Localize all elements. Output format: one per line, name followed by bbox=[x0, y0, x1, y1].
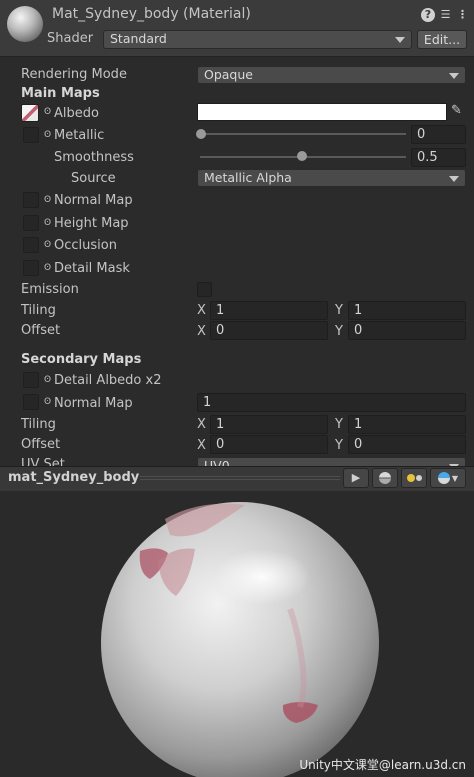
preview-light-icon[interactable] bbox=[401, 468, 427, 488]
secondary-normal-map-texture-slot[interactable] bbox=[23, 394, 39, 410]
preview-shape-icon[interactable] bbox=[372, 468, 398, 488]
texture-picker-icon[interactable]: ʘ bbox=[44, 195, 51, 205]
help-icon[interactable]: ? bbox=[421, 8, 435, 22]
secondary-tiling-y-field[interactable]: 1 bbox=[348, 415, 466, 434]
normal-map-label: Normal Map bbox=[54, 193, 133, 208]
secondary-tiling-x-field[interactable]: 1 bbox=[210, 415, 328, 434]
resize-grip[interactable] bbox=[140, 476, 340, 482]
offset-y-field[interactable]: 0 bbox=[348, 321, 466, 340]
offset-y-label: Y bbox=[335, 324, 343, 339]
texture-picker-icon[interactable]: ʘ bbox=[44, 218, 51, 228]
smoothness-slider-handle[interactable] bbox=[297, 151, 307, 161]
material-thumbnail-icon bbox=[7, 6, 43, 42]
metallic-texture-slot[interactable] bbox=[23, 127, 39, 143]
metallic-label: Metallic bbox=[54, 128, 105, 143]
secondary-tiling-y-label: Y bbox=[335, 417, 343, 432]
eyedropper-icon[interactable]: ✎ bbox=[451, 103, 462, 118]
detail-albedo-label: Detail Albedo x2 bbox=[54, 373, 162, 388]
detail-mask-texture-slot[interactable] bbox=[23, 260, 39, 276]
texture-picker-icon[interactable]: ʘ bbox=[44, 397, 51, 407]
watermark: Unity中文课堂@learn.u3d.cn bbox=[299, 758, 466, 772]
secondary-tiling-label: Tiling bbox=[21, 417, 56, 432]
smoothness-value-field[interactable]: 0.5 bbox=[411, 148, 466, 167]
material-title: Mat_Sydney_body (Material) bbox=[52, 6, 251, 22]
secondary-tiling-x-label: X bbox=[197, 417, 206, 432]
texture-picker-icon[interactable]: ʘ bbox=[44, 107, 51, 117]
more-menu-icon[interactable]: ⋮ bbox=[456, 8, 469, 21]
secondary-offset-y-field[interactable]: 0 bbox=[348, 435, 466, 454]
chevron-down-icon bbox=[449, 176, 459, 182]
texture-picker-icon[interactable]: ʘ bbox=[44, 263, 51, 273]
tiling-y-label: Y bbox=[335, 303, 343, 318]
texture-picker-icon[interactable]: ʘ bbox=[44, 240, 51, 250]
secondary-offset-y-label: Y bbox=[335, 438, 343, 453]
tiling-label: Tiling bbox=[21, 303, 56, 318]
shader-value: Standard bbox=[110, 31, 167, 46]
occlusion-label: Occlusion bbox=[54, 238, 117, 253]
secondary-offset-label: Offset bbox=[21, 437, 61, 452]
secondary-maps-heading: Secondary Maps bbox=[21, 352, 142, 367]
metallic-value-field[interactable]: 0 bbox=[411, 125, 466, 144]
emission-label: Emission bbox=[21, 282, 79, 297]
secondary-normal-map-label: Normal Map bbox=[54, 396, 133, 411]
tiling-x-field[interactable]: 1 bbox=[210, 301, 328, 320]
main-maps-heading: Main Maps bbox=[21, 86, 100, 101]
occlusion-texture-slot[interactable] bbox=[23, 237, 39, 253]
rendering-mode-label: Rendering Mode bbox=[21, 67, 127, 82]
play-icon[interactable]: ▶ bbox=[343, 468, 369, 488]
secondary-offset-x-label: X bbox=[197, 438, 206, 453]
metallic-slider-handle[interactable] bbox=[196, 129, 206, 139]
rendering-mode-dropdown[interactable]: Opaque bbox=[197, 66, 466, 84]
chevron-down-icon bbox=[449, 73, 459, 79]
chevron-down-icon bbox=[395, 37, 405, 43]
offset-label: Offset bbox=[21, 323, 61, 338]
source-value: Metallic Alpha bbox=[204, 170, 292, 185]
metallic-slider-track[interactable] bbox=[200, 133, 406, 135]
normal-map-texture-slot[interactable] bbox=[23, 192, 39, 208]
tiling-y-field[interactable]: 1 bbox=[348, 301, 466, 320]
texture-picker-icon[interactable]: ʘ bbox=[44, 375, 51, 385]
height-map-label: Height Map bbox=[54, 216, 129, 231]
shader-dropdown[interactable]: Standard bbox=[103, 30, 412, 49]
source-label: Source bbox=[71, 171, 116, 186]
rendering-mode-value: Opaque bbox=[204, 67, 253, 82]
texture-picker-icon[interactable]: ʘ bbox=[44, 130, 51, 140]
material-preview[interactable] bbox=[0, 491, 474, 777]
preview-title: mat_Sydney_body bbox=[8, 470, 140, 485]
preview-sphere bbox=[101, 502, 379, 777]
source-dropdown[interactable]: Metallic Alpha bbox=[197, 169, 466, 187]
offset-x-label: X bbox=[197, 324, 206, 339]
albedo-color-field[interactable] bbox=[197, 103, 447, 121]
smoothness-label: Smoothness bbox=[54, 150, 134, 165]
detail-albedo-texture-slot[interactable] bbox=[23, 372, 39, 388]
albedo-texture-slot[interactable] bbox=[21, 104, 39, 122]
settings-icon[interactable]: ☰ bbox=[439, 8, 452, 21]
offset-x-field[interactable]: 0 bbox=[210, 321, 328, 340]
shader-label: Shader bbox=[47, 31, 94, 46]
preview-background-icon[interactable]: ▼ bbox=[430, 468, 466, 488]
edit-shader-button[interactable]: Edit... bbox=[417, 30, 467, 49]
tiling-x-label: X bbox=[197, 303, 206, 318]
secondary-normal-scale-field[interactable]: 1 bbox=[197, 393, 466, 412]
emission-checkbox[interactable] bbox=[197, 282, 212, 297]
albedo-label: Albedo bbox=[54, 106, 99, 121]
height-map-texture-slot[interactable] bbox=[23, 215, 39, 231]
detail-mask-label: Detail Mask bbox=[54, 261, 130, 276]
secondary-offset-x-field[interactable]: 0 bbox=[210, 435, 328, 454]
